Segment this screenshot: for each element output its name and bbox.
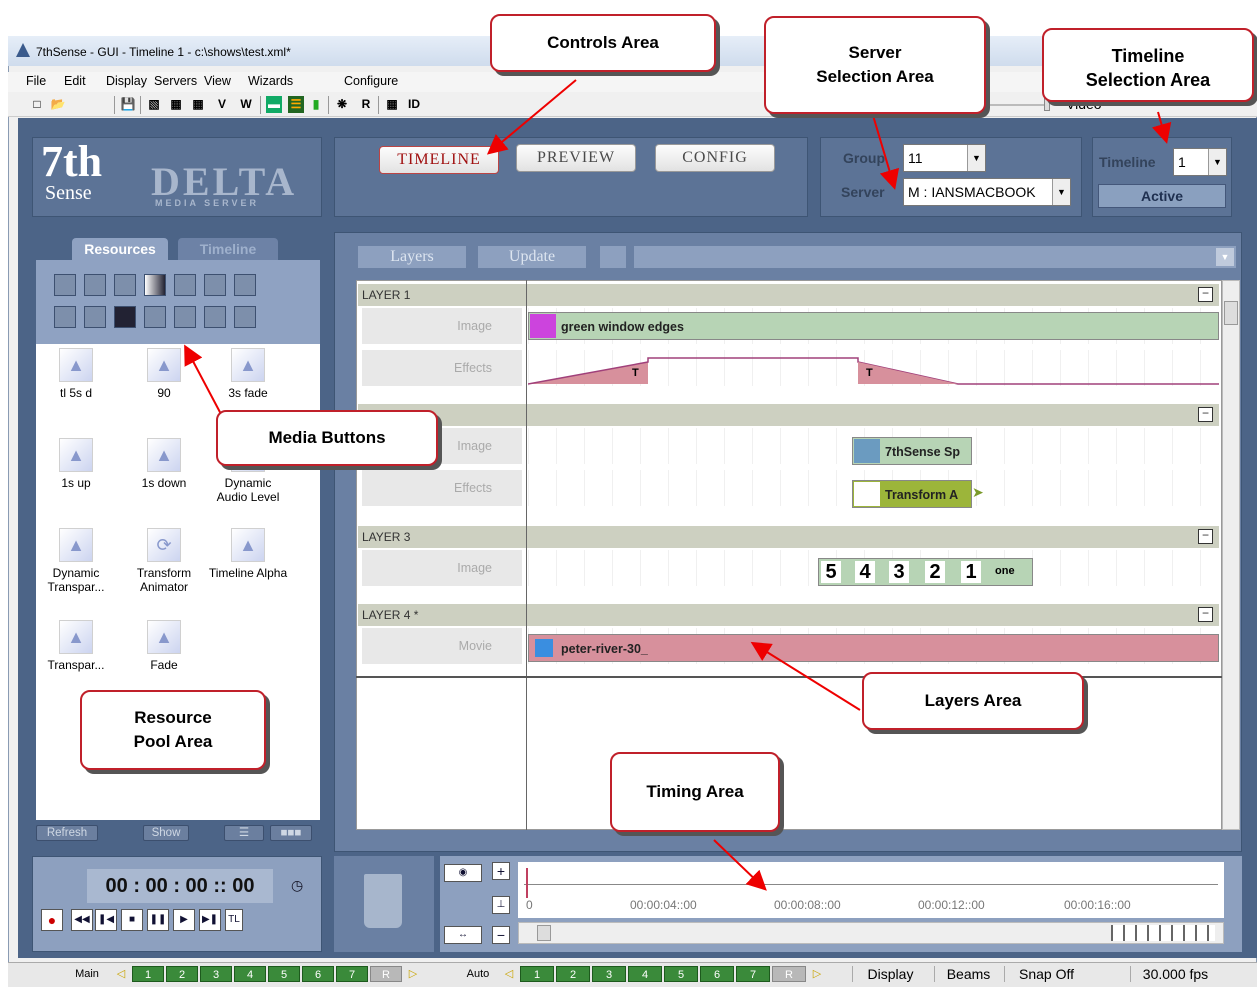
callout-resource-pool: Resource Pool Area bbox=[80, 690, 266, 770]
callout-controls: Controls Area bbox=[490, 14, 716, 72]
callout-server: Server Selection Area bbox=[764, 16, 986, 114]
callout-layers: Layers Area bbox=[862, 672, 1084, 730]
callout-text: Pool Area bbox=[133, 732, 213, 751]
callout-text: Media Buttons bbox=[268, 428, 386, 447]
callout-text: Resource bbox=[134, 708, 212, 727]
callout-text: Timeline bbox=[1111, 46, 1185, 66]
callout-text: Layers Area bbox=[924, 691, 1022, 710]
callout-text: Selection Area bbox=[816, 67, 934, 86]
callout-text: Selection Area bbox=[1085, 70, 1211, 90]
callout-text: Controls Area bbox=[547, 33, 659, 52]
callout-arrows bbox=[184, 79, 1172, 891]
callout-media-buttons: Media Buttons bbox=[216, 410, 438, 466]
callout-text: Timing Area bbox=[646, 782, 744, 801]
callout-timeline: Timeline Selection Area bbox=[1042, 28, 1254, 102]
callout-text: Server bbox=[848, 43, 902, 62]
callout-timing: Timing Area bbox=[610, 752, 780, 832]
